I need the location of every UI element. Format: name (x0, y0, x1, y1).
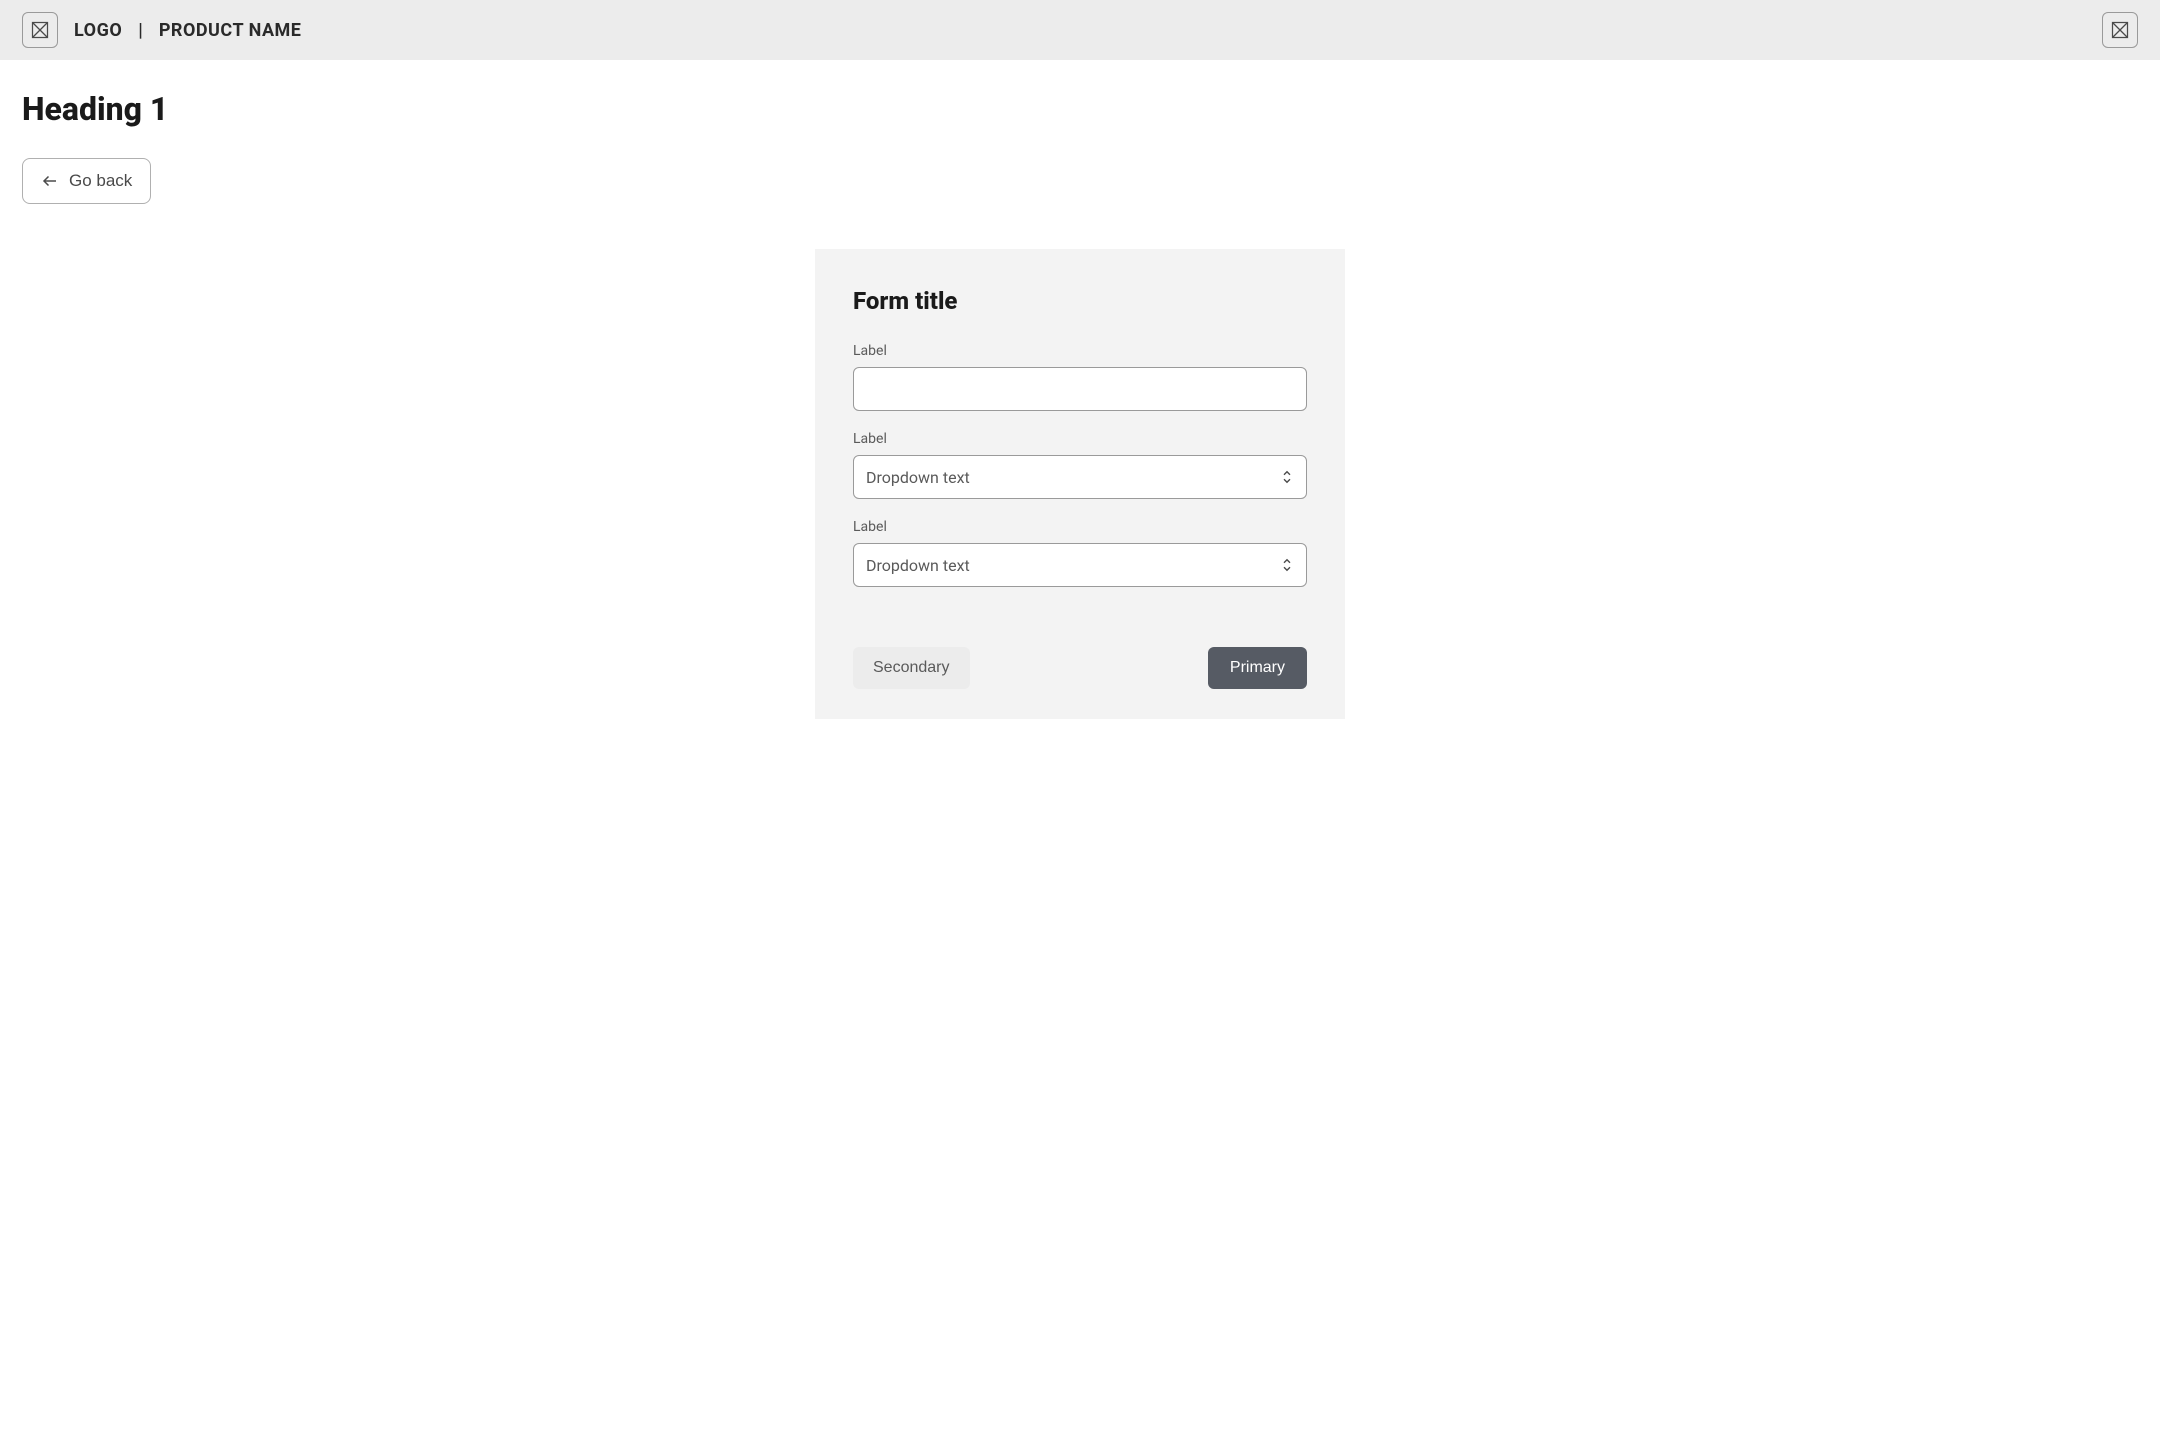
placeholder-icon (2110, 20, 2130, 40)
chevron-up-down-icon (1280, 468, 1294, 486)
text-input[interactable] (853, 367, 1307, 411)
header-action-button[interactable] (2102, 12, 2138, 48)
logo-text: LOGO (74, 20, 122, 41)
form-label: Label (853, 431, 1307, 447)
go-back-label: Go back (69, 171, 132, 191)
dropdown-select[interactable]: Dropdown text (853, 543, 1307, 587)
go-back-button[interactable]: Go back (22, 158, 151, 204)
form-label: Label (853, 519, 1307, 535)
secondary-button[interactable]: Secondary (853, 647, 970, 689)
dropdown-value: Dropdown text (866, 468, 970, 487)
form-card: Form title Label Label Dropdown text Lab… (815, 249, 1345, 719)
chevron-up-down-icon (1280, 556, 1294, 574)
form-field-text: Label (853, 343, 1307, 411)
form-field-dropdown: Label Dropdown text (853, 431, 1307, 499)
arrow-left-icon (41, 172, 59, 190)
page-heading: Heading 1 (22, 90, 2138, 128)
product-name: PRODUCT NAME (159, 20, 302, 41)
page-content: Heading 1 Go back Form title Label Label… (0, 60, 2160, 749)
form-label: Label (853, 343, 1307, 359)
dropdown-value: Dropdown text (866, 556, 970, 575)
header-left: LOGO | PRODUCT NAME (22, 12, 301, 48)
logo-icon-box[interactable] (22, 12, 58, 48)
dropdown-select[interactable]: Dropdown text (853, 455, 1307, 499)
form-field-dropdown: Label Dropdown text (853, 519, 1307, 587)
app-header: LOGO | PRODUCT NAME (0, 0, 2160, 60)
header-divider: | (138, 20, 143, 41)
form-actions: Secondary Primary (853, 647, 1307, 689)
placeholder-icon (30, 20, 50, 40)
form-title: Form title (853, 287, 1307, 315)
primary-button[interactable]: Primary (1208, 647, 1307, 689)
